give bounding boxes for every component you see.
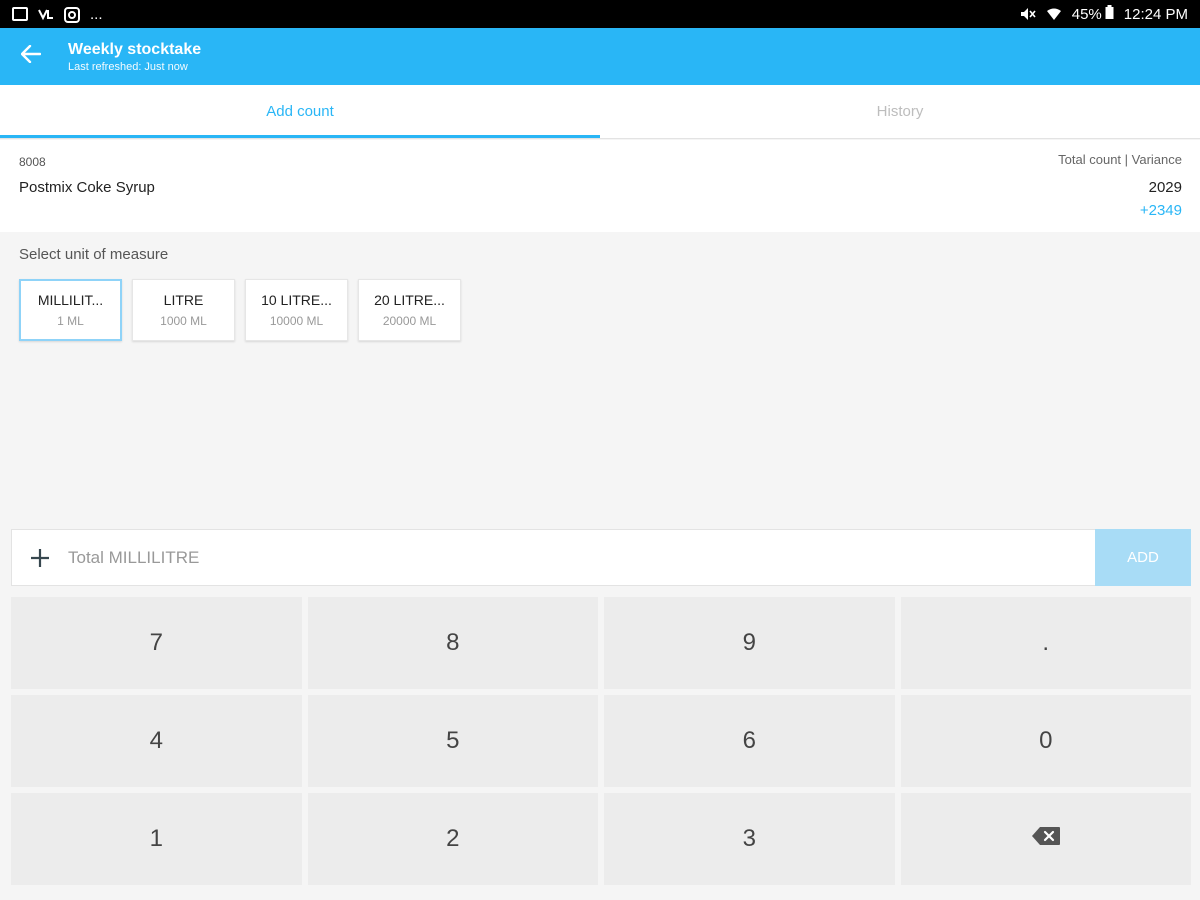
page-title: Weekly stocktake — [68, 40, 202, 58]
key-3[interactable]: 3 — [604, 793, 895, 885]
uom-label: Select unit of measure — [19, 246, 169, 263]
key-4[interactable]: 4 — [11, 695, 302, 787]
variance-value: +2349 — [1139, 202, 1182, 219]
backspace-key[interactable] — [900, 793, 1191, 885]
key-0[interactable]: 0 — [900, 695, 1191, 787]
key-1[interactable]: 1 — [11, 793, 302, 885]
key-9[interactable]: 9 — [604, 597, 895, 689]
back-button[interactable] — [0, 28, 62, 85]
uom-option-20-litre[interactable]: 20 LITRE... 20000 ML — [358, 279, 461, 341]
uom-option-size: 1000 ML — [160, 314, 207, 328]
uom-option-size: 1 ML — [57, 314, 84, 328]
numeric-keypad: 7 8 9 . 4 5 6 0 1 2 3 — [11, 597, 1191, 885]
uom-option-size: 20000 ML — [382, 314, 437, 328]
plus-icon[interactable] — [12, 529, 68, 586]
backspace-icon — [1031, 825, 1061, 853]
uom-option-10-litre[interactable]: 10 LITRE... 10000 ML — [245, 279, 348, 341]
uom-option-size: 10000 ML — [269, 314, 324, 328]
tab-history[interactable]: History — [600, 85, 1200, 138]
wifi-icon — [1046, 7, 1062, 21]
product-info: 8008 Postmix Coke Syrup Total count | Va… — [0, 140, 1200, 232]
key-decimal[interactable]: . — [900, 597, 1191, 689]
battery-indicator: 45% — [1072, 5, 1114, 23]
battery-icon — [1105, 5, 1114, 23]
count-entry-row: ADD — [11, 529, 1191, 586]
arrow-left-icon — [20, 44, 42, 68]
count-variance-label: Total count | Variance — [1058, 152, 1182, 167]
status-bar: ... 45% 12:24 PM — [0, 0, 1200, 28]
page-subtitle: Last refreshed: Just now — [68, 60, 188, 73]
uom-option-name: 10 LITRE... — [261, 292, 332, 308]
uom-option-name: LITRE — [163, 292, 204, 308]
uom-option-litre[interactable]: LITRE 1000 ML — [132, 279, 235, 341]
battery-percent: 45% — [1071, 5, 1102, 23]
ring-icon — [64, 7, 80, 23]
status-overflow: ... — [90, 5, 103, 23]
product-name: Postmix Coke Syrup — [19, 179, 155, 196]
uom-option-name: MILLILIT... — [37, 292, 104, 308]
app-bar-titles: Weekly stocktake Last refreshed: Just no… — [68, 40, 201, 74]
key-7[interactable]: 7 — [11, 597, 302, 689]
status-bar-right: 45% 12:24 PM — [1020, 5, 1188, 23]
uom-option-millilitre[interactable]: MILLILIT... 1 ML — [19, 279, 122, 341]
uom-option-name: 20 LITRE... — [374, 292, 445, 308]
key-8[interactable]: 8 — [307, 597, 598, 689]
total-count-input[interactable] — [68, 530, 1095, 585]
total-count-value: 2029 — [1148, 179, 1182, 196]
tab-bar: Add count History — [0, 85, 1200, 139]
gallery-icon — [12, 7, 28, 21]
key-2[interactable]: 2 — [307, 793, 598, 885]
key-6[interactable]: 6 — [604, 695, 895, 787]
key-5[interactable]: 5 — [307, 695, 598, 787]
add-button[interactable]: ADD — [1095, 529, 1191, 586]
product-code: 8008 — [19, 155, 46, 169]
mute-icon — [1020, 7, 1036, 21]
status-bar-left: ... — [12, 6, 103, 23]
app-bar: Weekly stocktake Last refreshed: Just no… — [0, 28, 1200, 85]
vlc-icon — [38, 7, 54, 21]
clock: 12:24 PM — [1123, 5, 1188, 23]
uom-options: MILLILIT... 1 ML LITRE 1000 ML 10 LITRE.… — [19, 279, 461, 341]
tab-add-count[interactable]: Add count — [0, 85, 600, 138]
